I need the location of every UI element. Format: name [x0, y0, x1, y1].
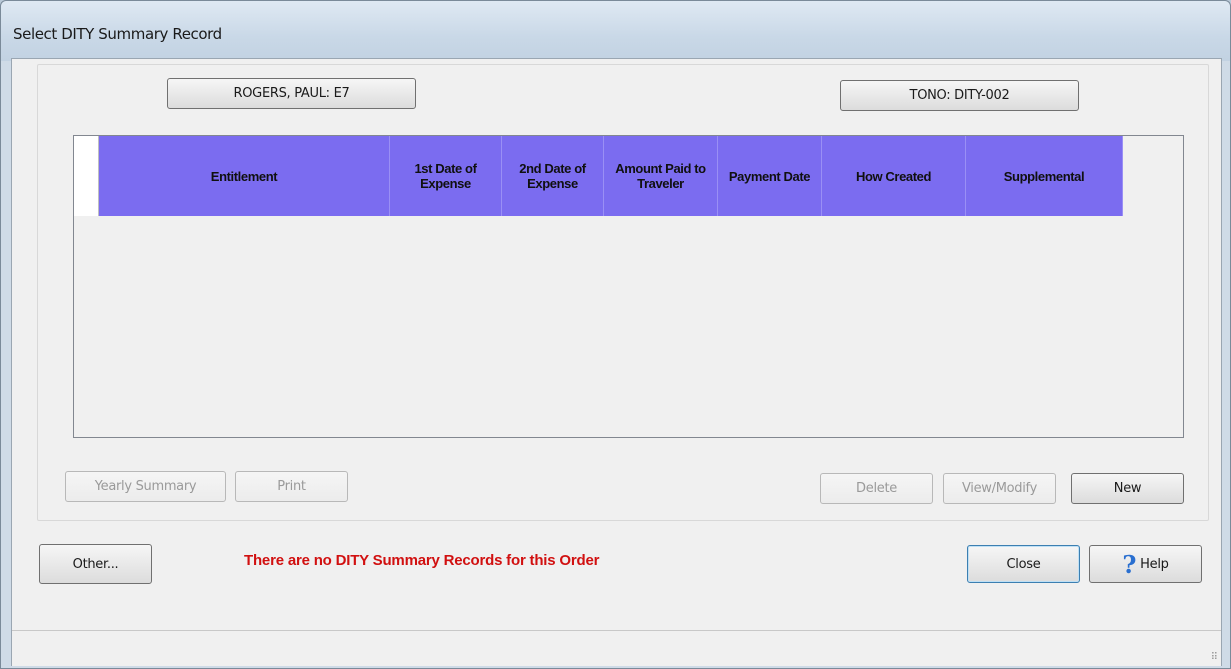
help-button[interactable]: ? Help — [1089, 545, 1202, 583]
column-header-payment-date[interactable]: Payment Date — [718, 136, 822, 216]
view-modify-button[interactable]: View/Modify — [943, 473, 1056, 504]
column-header-amount-paid[interactable]: Amount Paid to Traveler — [604, 136, 718, 216]
title-bar[interactable]: Select DITY Summary Record — [1, 1, 1230, 61]
dialog-window: Select DITY Summary Record ROGERS, PAUL:… — [0, 0, 1231, 669]
dialog-client-area: ROGERS, PAUL: E7 TONO: DITY-002 Entitlem… — [11, 58, 1222, 666]
tono-button[interactable]: TONO: DITY-002 — [840, 80, 1079, 111]
print-label: Print — [277, 479, 306, 494]
column-header-first-date[interactable]: 1st Date of Expense — [390, 136, 502, 216]
question-mark-icon: ? — [1122, 549, 1137, 579]
status-bar: ⠿ — [12, 630, 1221, 666]
delete-button[interactable]: Delete — [820, 473, 933, 504]
traveler-button[interactable]: ROGERS, PAUL: E7 — [167, 78, 416, 109]
close-button[interactable]: Close — [967, 545, 1080, 583]
new-label: New — [1113, 481, 1142, 496]
column-header-how-created[interactable]: How Created — [822, 136, 966, 216]
other-label: Other... — [72, 556, 119, 572]
yearly-summary-label: Yearly Summary — [94, 479, 197, 494]
print-button[interactable]: Print — [235, 471, 348, 502]
column-header-entitlement[interactable]: Entitlement — [99, 136, 390, 216]
help-label: Help — [1140, 556, 1169, 572]
close-label: Close — [1006, 556, 1041, 572]
no-records-message: There are no DITY Summary Records for th… — [244, 552, 600, 569]
resize-grip-icon[interactable]: ⠿ — [1211, 652, 1218, 663]
delete-label: Delete — [856, 481, 897, 496]
new-button[interactable]: New — [1071, 473, 1184, 504]
window-title: Select DITY Summary Record — [13, 25, 222, 43]
column-header-supplemental[interactable]: Supplemental — [966, 136, 1123, 216]
dity-summary-grid[interactable]: Entitlement 1st Date of Expense 2nd Date… — [73, 135, 1184, 438]
column-header-second-date[interactable]: 2nd Date of Expense — [502, 136, 604, 216]
grid-row-header-corner[interactable] — [74, 136, 99, 216]
records-groupbox: ROGERS, PAUL: E7 TONO: DITY-002 Entitlem… — [37, 64, 1209, 521]
view-modify-label: View/Modify — [961, 481, 1037, 496]
other-button[interactable]: Other... — [39, 544, 152, 584]
yearly-summary-button[interactable]: Yearly Summary — [65, 471, 226, 502]
